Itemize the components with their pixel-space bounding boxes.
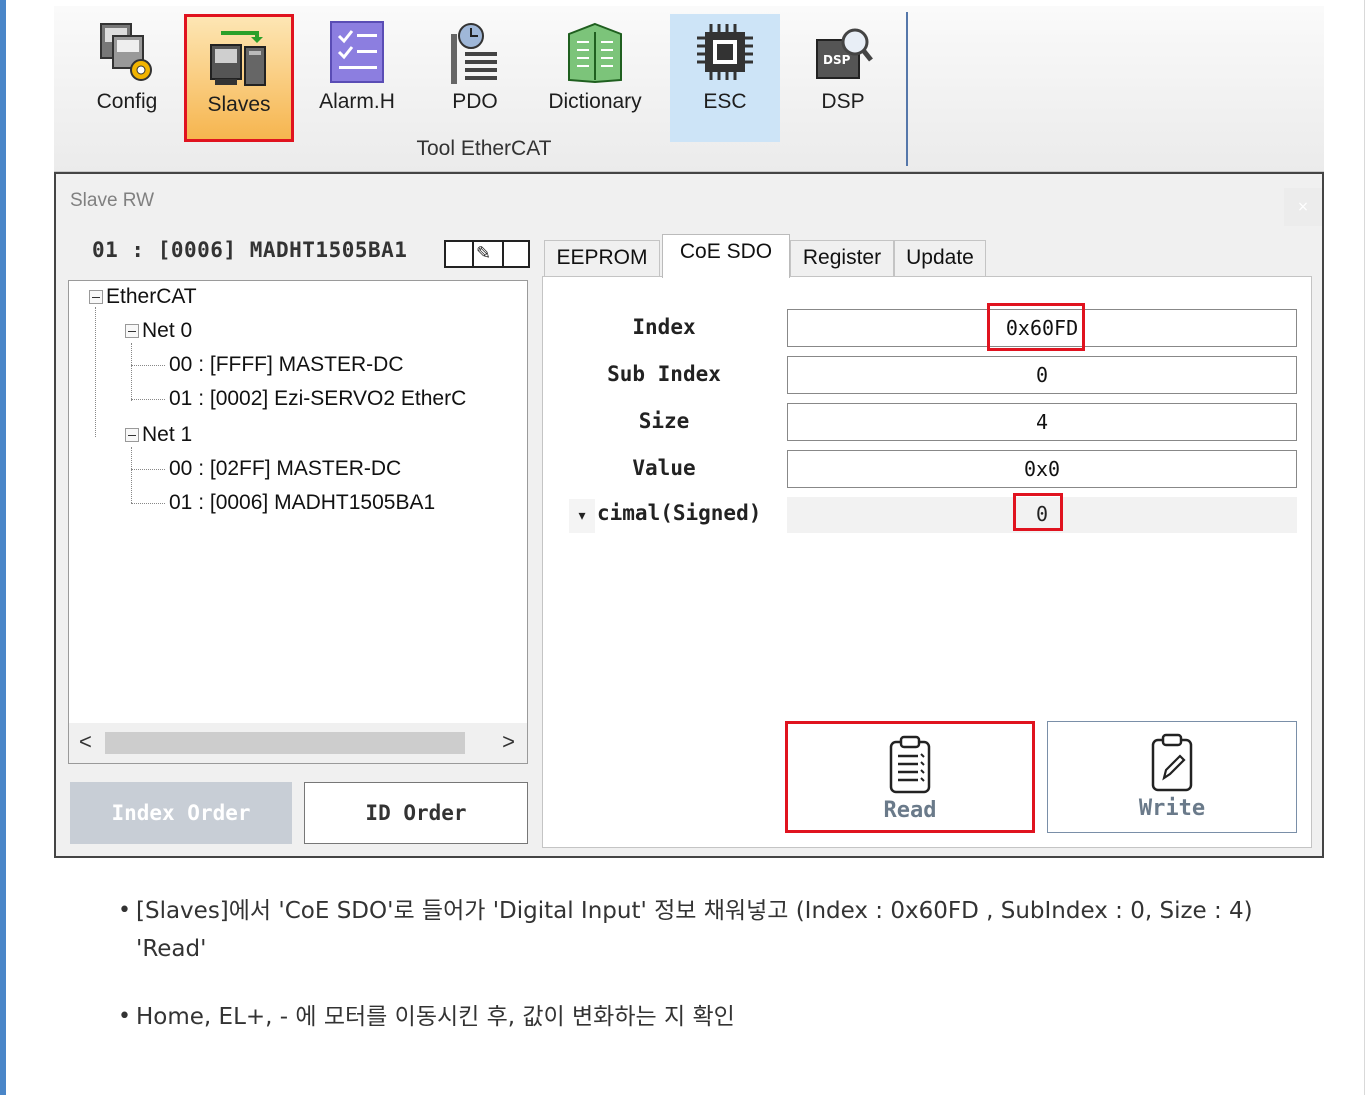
close-button[interactable]: ×	[1284, 188, 1322, 226]
close-icon: ×	[1297, 199, 1309, 215]
read-button[interactable]: Read	[785, 721, 1035, 833]
clipboard-pen-icon	[1151, 733, 1193, 792]
decimal-value-highlight	[1013, 493, 1063, 531]
esc-button[interactable]: ESC	[670, 14, 780, 142]
clipboard-list-icon	[889, 735, 931, 794]
tree-node-slave[interactable]: 01 : [0006] MADHT1505BA1	[169, 491, 435, 515]
tab-update[interactable]: Update	[894, 240, 986, 276]
config-button[interactable]: Config	[72, 14, 182, 142]
dictionary-icon	[568, 22, 622, 84]
tree-node-net1[interactable]: Net 1	[125, 423, 192, 447]
tree-node-slave[interactable]: 00 : [FFFF] MASTER-DC	[169, 353, 404, 377]
collapse-icon[interactable]	[125, 324, 139, 338]
scroll-left-icon[interactable]: <	[79, 729, 92, 755]
pencil-icon: ✎	[476, 243, 492, 264]
write-label: Write	[1138, 796, 1206, 821]
value-label: Value	[632, 456, 696, 480]
pdo-icon	[451, 23, 497, 84]
left-accent-bar	[0, 0, 6, 1095]
window-title: Slave RW	[70, 190, 155, 211]
horizontal-scrollbar[interactable]: < >	[69, 723, 527, 763]
coe-sdo-panel: Index 0x60FD Sub Index 0 Size 4 Value 0x…	[542, 276, 1312, 848]
format-dropdown-caret-icon[interactable]: ▾	[569, 499, 595, 533]
index-highlight	[987, 303, 1085, 351]
dsp-button[interactable]: DSP DSP	[788, 14, 898, 142]
slaves-icon	[210, 31, 266, 86]
tree-node-net0[interactable]: Net 0	[125, 319, 192, 343]
index-order-button[interactable]: Index Order	[70, 782, 292, 844]
slave-tree[interactable]: EtherCAT Net 0 00 : [FFFF] MASTER-DC 01 …	[68, 280, 528, 764]
svg-text:DSP: DSP	[823, 53, 851, 67]
tree-node-slave[interactable]: 01 : [0002] Ezi-SERVO2 EtherC	[169, 387, 466, 411]
slave-rw-window: Slave RW × 01 : [0006] MADHT1505BA1 ✎ Et…	[54, 172, 1324, 858]
scroll-right-icon[interactable]: >	[502, 729, 515, 755]
rename-slave-button[interactable]: ✎	[444, 240, 530, 268]
subindex-label: Sub Index	[607, 362, 721, 386]
dsp-label: DSP	[821, 90, 865, 113]
alarm-list-icon	[330, 21, 384, 83]
size-field[interactable]: 4	[787, 403, 1297, 441]
index-label: Index	[632, 315, 696, 339]
ribbon-group-separator	[906, 12, 908, 166]
esc-label: ESC	[703, 90, 747, 113]
ribbon-toolbar: Config Slaves Alarm.H PDO Dictionary ESC…	[54, 6, 1324, 172]
collapse-icon[interactable]	[89, 290, 103, 304]
alarm-history-button[interactable]: Alarm.H	[302, 14, 412, 142]
format-dropdown[interactable]: cimal(Signed)	[597, 501, 761, 525]
tree-node-ethercat[interactable]: EtherCAT	[89, 285, 197, 309]
subindex-field[interactable]: 0	[787, 356, 1297, 394]
dsp-icon: DSP	[816, 28, 873, 79]
chip-icon	[697, 24, 753, 80]
note-item: Home, EL+, - 에 모터를 이동시킨 후, 값이 변화하는 지 확인	[118, 998, 1318, 1036]
tree-node-label: Net 0	[142, 319, 193, 342]
size-label: Size	[638, 409, 690, 433]
tree-node-slave[interactable]: 00 : [02FF] MASTER-DC	[169, 457, 401, 481]
note-item: [Slaves]에서 'CoE SDO'로 들어가 'Digital Input…	[118, 892, 1318, 968]
tab-coe-sdo[interactable]: CoE SDO	[662, 234, 790, 278]
tab-register[interactable]: Register	[790, 240, 894, 276]
selected-slave-header: 01 : [0006] MADHT1505BA1	[92, 238, 408, 262]
ribbon-group-label: Tool EtherCAT	[416, 137, 552, 160]
read-label: Read	[883, 798, 937, 823]
tree-node-label: EtherCAT	[106, 285, 197, 308]
slaves-button[interactable]: Slaves	[184, 14, 294, 142]
right-border-line	[1364, 0, 1365, 1095]
pdo-label: PDO	[452, 90, 498, 113]
config-icon	[100, 23, 152, 81]
instruction-notes: [Slaves]에서 'CoE SDO'로 들어가 'Digital Input…	[118, 892, 1318, 1036]
value-field[interactable]: 0x0	[787, 450, 1297, 488]
collapse-icon[interactable]	[125, 428, 139, 442]
pdo-button[interactable]: PDO	[420, 14, 530, 142]
alarm-history-label: Alarm.H	[319, 90, 395, 113]
write-button[interactable]: Write	[1047, 721, 1297, 833]
tree-node-label: Net 1	[142, 423, 193, 446]
scrollbar-thumb[interactable]	[105, 732, 465, 754]
tab-eeprom[interactable]: EEPROM	[544, 240, 660, 276]
slaves-label: Slaves	[207, 93, 271, 116]
config-label: Config	[96, 90, 158, 113]
dictionary-button[interactable]: Dictionary	[540, 14, 650, 142]
dictionary-label: Dictionary	[548, 90, 642, 113]
id-order-button[interactable]: ID Order	[304, 782, 528, 844]
